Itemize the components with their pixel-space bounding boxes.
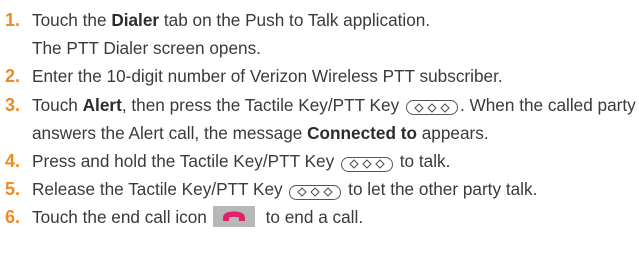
step-number: 3. (5, 94, 21, 115)
step-3: 3. Touch Alert, then press the Tactile K… (5, 91, 639, 147)
step-1: 1. Touch the Dialer tab on the Push to T… (5, 6, 639, 62)
step-number: 6. (5, 207, 21, 228)
step-2: 2. Enter the 10-digit number of Verizon … (5, 62, 639, 90)
step-text: Enter the 10-digit number of Verizon Wir… (32, 66, 503, 87)
step-number: 2. (5, 66, 21, 87)
step-number: 4. (5, 151, 21, 172)
ptt-key-icon (405, 100, 458, 116)
step-text: to end a call. (260, 207, 364, 228)
ptt-key-icon (341, 156, 393, 172)
ptt-key-icon (289, 184, 342, 200)
step-5: 5. Release the Tactile Key/PTT Key to le… (5, 175, 639, 203)
step-number: 1. (5, 10, 21, 30)
step-text: Touch the (32, 10, 112, 30)
step-number: 5. (5, 179, 21, 200)
connected-to-message: Connected to (307, 122, 417, 143)
step-4: 4. Press and hold the Tactile Key/PTT Ke… (5, 147, 639, 175)
instruction-steps: 1. Touch the Dialer tab on the Push to T… (0, 0, 639, 232)
step-text: to let the other party talk. (343, 179, 538, 200)
alert-button-name: Alert (82, 94, 122, 115)
dialer-tab-name: Dialer (111, 10, 160, 30)
step-text: Press and hold the Tactile Key/PTT Key (32, 151, 335, 172)
step-6: 6. Touch the end call icon to end a call… (5, 203, 639, 231)
step-text: tab on the Push to Talk application. (159, 10, 431, 30)
step-text: , then press the Tactile Key/PTT Key (121, 94, 400, 115)
end-call-icon (212, 206, 255, 228)
step-text: Release the Tactile Key/PTT Key (32, 179, 283, 200)
step-text: to talk. (395, 151, 451, 172)
step-text: Touch the end call icon (32, 207, 207, 228)
step-text: Touch (32, 94, 83, 115)
step-result: The PTT Dialer screen opens. (32, 38, 261, 59)
step-text: appears. (421, 122, 489, 143)
